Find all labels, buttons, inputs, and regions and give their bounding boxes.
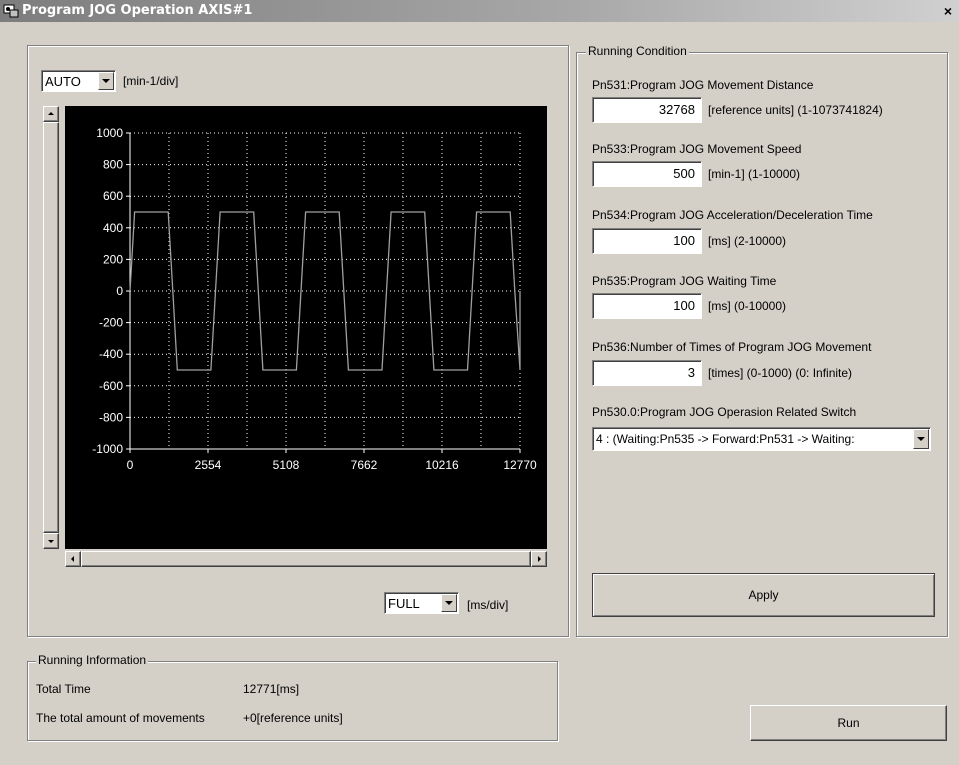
param-label: Pn534:Program JOG Acceleration/Decelerat… bbox=[592, 208, 873, 222]
param-unit: [ms] (0-10000) bbox=[708, 299, 787, 313]
arrow-up-icon bbox=[48, 112, 54, 115]
apply-button-label: Apply bbox=[748, 588, 779, 602]
x-unit-label: [ms/div] bbox=[467, 598, 509, 612]
scroll-thumb-horizontal[interactable] bbox=[81, 551, 531, 567]
speed-series-line bbox=[129, 211, 521, 371]
x-scale-select[interactable]: FULL bbox=[384, 592, 459, 614]
x-tick-label: 5108 bbox=[273, 458, 300, 472]
param-label: Pn535:Program JOG Waiting Time bbox=[592, 274, 777, 288]
x-tick-label: 0 bbox=[127, 458, 134, 472]
running-condition-label: Running Condition bbox=[586, 44, 689, 58]
scroll-up-button[interactable] bbox=[43, 106, 59, 122]
app-icon bbox=[3, 4, 19, 18]
y-tick-label: -1000 bbox=[92, 442, 123, 456]
vertical-scrollbar[interactable] bbox=[43, 106, 59, 549]
param-label: Pn533:Program JOG Movement Speed bbox=[592, 142, 802, 156]
param-unit: [ms] (2-10000) bbox=[708, 234, 787, 248]
x-tick-label: 2554 bbox=[195, 458, 222, 472]
y-scale-select[interactable]: AUTO bbox=[41, 70, 116, 92]
param-unit: [min-1] (1-10000) bbox=[708, 167, 801, 181]
apply-button[interactable]: Apply bbox=[592, 573, 935, 617]
param-unit: [reference units] (1-1073741824) bbox=[708, 103, 883, 117]
total-time-value: 12771[ms] bbox=[243, 682, 300, 696]
switch-value: 4 : (Waiting:Pn535 -> Forward:Pn531 -> W… bbox=[596, 432, 855, 446]
total-movement-value: +0[reference units] bbox=[243, 711, 343, 725]
y-tick-label: -600 bbox=[99, 379, 123, 393]
scroll-right-button[interactable] bbox=[531, 551, 547, 567]
close-button[interactable]: × bbox=[940, 3, 956, 19]
y-tick-label: 200 bbox=[103, 252, 123, 266]
x-tick-label: 10216 bbox=[425, 458, 459, 472]
horizontal-scrollbar[interactable] bbox=[65, 551, 547, 567]
y-tick-label: -200 bbox=[99, 316, 123, 330]
y-unit-label: [min-1/div] bbox=[123, 74, 179, 88]
chevron-down-icon[interactable] bbox=[98, 72, 114, 90]
arrow-down-icon bbox=[48, 540, 54, 543]
y-tick-label: 0 bbox=[116, 284, 123, 298]
run-button-label: Run bbox=[837, 716, 860, 730]
movement-distance-input[interactable]: 32768 bbox=[592, 97, 702, 123]
waiting-time-input[interactable]: 100 bbox=[592, 293, 702, 319]
y-tick-label: 1000 bbox=[96, 126, 123, 140]
y-tick-label: 600 bbox=[103, 189, 123, 203]
y-tick-label: 400 bbox=[103, 221, 123, 235]
chevron-down-icon[interactable] bbox=[441, 594, 457, 612]
chart-area: 1000 800 600 400 200 0 -200 -400 -600 -800 -1000 0 2… bbox=[65, 106, 547, 549]
movement-times-input[interactable]: 3 bbox=[592, 360, 702, 386]
running-information-group bbox=[27, 661, 558, 741]
param-label: Pn536:Number of Times of Program JOG Mov… bbox=[592, 340, 872, 354]
scroll-thumb[interactable] bbox=[43, 122, 59, 533]
total-time-label: Total Time bbox=[36, 682, 91, 696]
title-bar: Program JOG Operation AXIS#1 × bbox=[0, 0, 959, 22]
param-label: Pn531:Program JOG Movement Distance bbox=[592, 78, 814, 92]
y-tick-label: 800 bbox=[103, 158, 123, 172]
movement-speed-input[interactable]: 500 bbox=[592, 161, 702, 187]
scroll-down-button[interactable] bbox=[43, 533, 59, 549]
param-unit: [times] (0-1000) (0: Infinite) bbox=[708, 366, 853, 380]
y-tick-label: -400 bbox=[99, 347, 123, 361]
x-tick-label: 12770 bbox=[503, 458, 537, 472]
arrow-right-icon bbox=[538, 556, 541, 562]
acceleration-time-input[interactable]: 100 bbox=[592, 228, 702, 254]
run-button[interactable]: Run bbox=[750, 705, 947, 741]
total-movement-label: The total amount of movements bbox=[36, 711, 205, 725]
switch-label: Pn530.0:Program JOG Operasion Related Sw… bbox=[592, 405, 857, 419]
chevron-down-icon[interactable] bbox=[913, 429, 929, 449]
arrow-left-icon bbox=[71, 556, 74, 562]
running-information-label: Running Information bbox=[36, 653, 149, 667]
switch-select[interactable]: 4 : (Waiting:Pn535 -> Forward:Pn531 -> W… bbox=[592, 427, 931, 451]
y-tick-label: -800 bbox=[99, 410, 123, 424]
scroll-left-button[interactable] bbox=[65, 551, 81, 567]
speed-chart: 1000 800 600 400 200 0 -200 -400 -600 -800 -1000 0 2… bbox=[92, 126, 537, 472]
window-title: Program JOG Operation AXIS#1 bbox=[22, 3, 253, 18]
x-tick-label: 7662 bbox=[351, 458, 378, 472]
